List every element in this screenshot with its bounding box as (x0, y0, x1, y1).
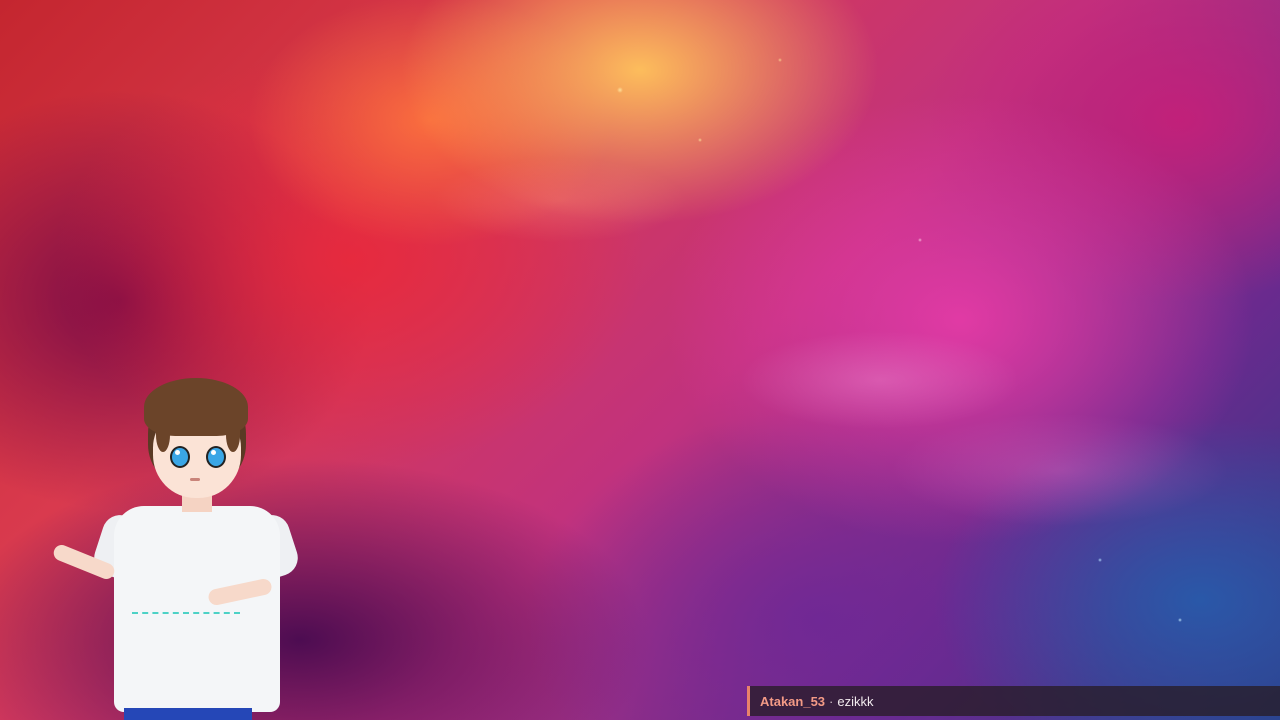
avatar-fringe (156, 418, 170, 452)
chat-message: Atakan_53 · ezikkk (747, 686, 1280, 716)
chat-separator: · (829, 693, 834, 709)
avatar-left-eye (170, 446, 190, 468)
vtuber-avatar (40, 378, 303, 720)
avatar-shirt-stitch (132, 612, 240, 614)
avatar-pants (124, 708, 252, 720)
chat-username: Atakan_53 (760, 693, 826, 709)
avatar-mouth (190, 478, 200, 481)
chat-message-text: ezikkk (837, 693, 874, 709)
avatar-fringe (226, 418, 240, 452)
avatar-shirt (114, 506, 280, 712)
stream-scene: Atakan_53 · ezikkk (0, 0, 1280, 720)
avatar-right-eye (206, 446, 226, 468)
